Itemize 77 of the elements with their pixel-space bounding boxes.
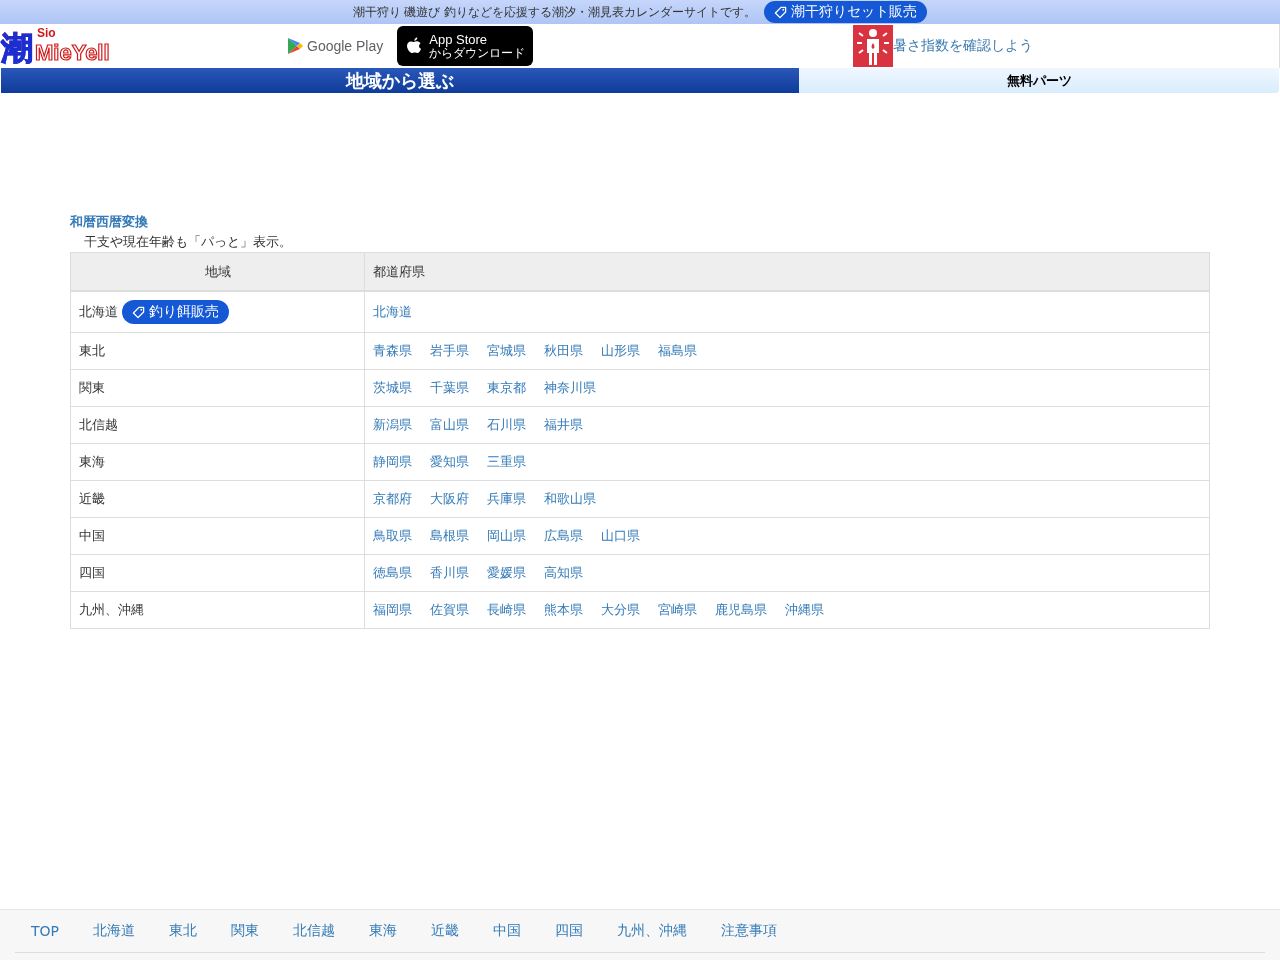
footer-link[interactable]: 中国	[493, 922, 521, 940]
prefecture-link[interactable]: 秋田県	[544, 343, 583, 358]
play-store-icon	[287, 37, 303, 55]
sale-badge-link[interactable]: 潮干狩りセット販売	[764, 1, 928, 23]
region-name: 関東	[79, 379, 105, 397]
footer-link[interactable]: 注意事項	[721, 922, 777, 940]
prefecture-link[interactable]: 長崎県	[487, 602, 526, 617]
prefecture-link[interactable]: 岩手県	[430, 343, 469, 358]
footer-link[interactable]: 四国	[555, 922, 583, 940]
footer-link[interactable]: 東海	[369, 922, 397, 940]
region-name: 北信越	[79, 416, 118, 434]
prefecture-link[interactable]: 三重県	[487, 454, 526, 469]
prefecture-link[interactable]: 徳島県	[373, 565, 412, 580]
prefecture-link[interactable]: 新潟県	[373, 417, 412, 432]
heat-index-link[interactable]: 暑さ指数を確認しよう	[853, 25, 1034, 67]
region-name: 東海	[79, 453, 105, 471]
prefecture-link[interactable]: 島根県	[430, 528, 469, 543]
column-header: 都道府県	[364, 252, 1210, 291]
footer-link[interactable]: 関東	[231, 922, 259, 940]
person-heat-icon	[853, 25, 894, 67]
prefecture-link[interactable]: 宮城県	[487, 343, 526, 358]
prefecture-link[interactable]: 広島県	[544, 528, 583, 543]
prefecture-link[interactable]: 愛媛県	[487, 565, 526, 580]
prefecture-link[interactable]: 山口県	[601, 528, 640, 543]
prefecture-link[interactable]: 東京都	[487, 380, 526, 395]
site-tagline: 潮干狩り 磯遊び 釣りなどを応援する潮汐・潮見表カレンダーサイトです。	[352, 5, 757, 19]
google-play-link[interactable]: Google Play	[287, 37, 384, 55]
calendar-converter-link[interactable]: 和暦西暦変換	[70, 213, 148, 231]
prefecture-link[interactable]: 和歌山県	[544, 491, 596, 506]
apple-icon	[405, 36, 424, 56]
prefecture-link[interactable]: 佐賀県	[430, 602, 469, 617]
column-header: 地域	[70, 252, 365, 291]
prefecture-link[interactable]: 福岡県	[373, 602, 412, 617]
prefecture-link[interactable]: 宮崎県	[658, 602, 697, 617]
region-name: 四国	[79, 564, 105, 582]
region-tab[interactable]: 無料パーツ	[799, 68, 1279, 93]
prefecture-link[interactable]: 富山県	[430, 417, 469, 432]
prefecture-link[interactable]: 香川県	[430, 565, 469, 580]
region-name: 東北	[79, 342, 105, 360]
footer-link[interactable]: 東北	[169, 922, 197, 940]
region-name: 中国	[79, 527, 105, 545]
prefecture-link[interactable]: 兵庫県	[487, 491, 526, 506]
prefecture-link[interactable]: 岡山県	[487, 528, 526, 543]
prefecture-link[interactable]: 石川県	[487, 417, 526, 432]
prefecture-link[interactable]: 山形県	[601, 343, 640, 358]
region-name: 近畿	[79, 490, 105, 508]
region-tab[interactable]: 地域から選ぶ	[1, 68, 799, 93]
footer-link[interactable]: TOP	[31, 923, 59, 939]
footer-link[interactable]: 北海道	[93, 922, 135, 940]
tag-icon	[132, 305, 145, 319]
footer-link[interactable]: 九州、沖縄	[617, 922, 687, 940]
converter-description: 干支や現在年齢も「パっと」表示。	[84, 233, 292, 251]
prefecture-link[interactable]: 福井県	[544, 417, 583, 432]
prefecture-link[interactable]: 沖縄県	[785, 602, 824, 617]
prefecture-link[interactable]: 鹿児島県	[715, 602, 767, 617]
prefecture-link[interactable]: 熊本県	[544, 602, 583, 617]
prefecture-link[interactable]: 茨城県	[373, 380, 412, 395]
prefecture-link[interactable]: 千葉県	[430, 380, 469, 395]
footer-link[interactable]: 北信越	[293, 922, 335, 940]
prefecture-link[interactable]: 愛知県	[430, 454, 469, 469]
prefecture-link[interactable]: 静岡県	[373, 454, 412, 469]
prefecture-link[interactable]: 鳥取県	[373, 528, 412, 543]
region-name: 北海道	[79, 303, 118, 321]
prefecture-link[interactable]: 京都府	[373, 491, 412, 506]
prefecture-link[interactable]: 大阪府	[430, 491, 469, 506]
heat-index-text: 暑さ指数を確認しよう	[893, 37, 1034, 55]
prefecture-link[interactable]: 北海道	[373, 304, 412, 319]
prefecture-link[interactable]: 神奈川県	[544, 380, 596, 395]
region-name: 九州、沖縄	[79, 601, 144, 619]
tag-icon	[774, 5, 788, 19]
prefecture-link[interactable]: 大分県	[601, 602, 640, 617]
prefecture-link[interactable]: 高知県	[544, 565, 583, 580]
footer-link[interactable]: 近畿	[431, 922, 459, 940]
app-store-button[interactable]: App Store からダウンロード	[397, 26, 534, 66]
bait-sale-badge-link[interactable]: 釣り餌販売	[122, 300, 229, 324]
prefecture-link[interactable]: 福島県	[658, 343, 697, 358]
prefecture-link[interactable]: 青森県	[373, 343, 412, 358]
